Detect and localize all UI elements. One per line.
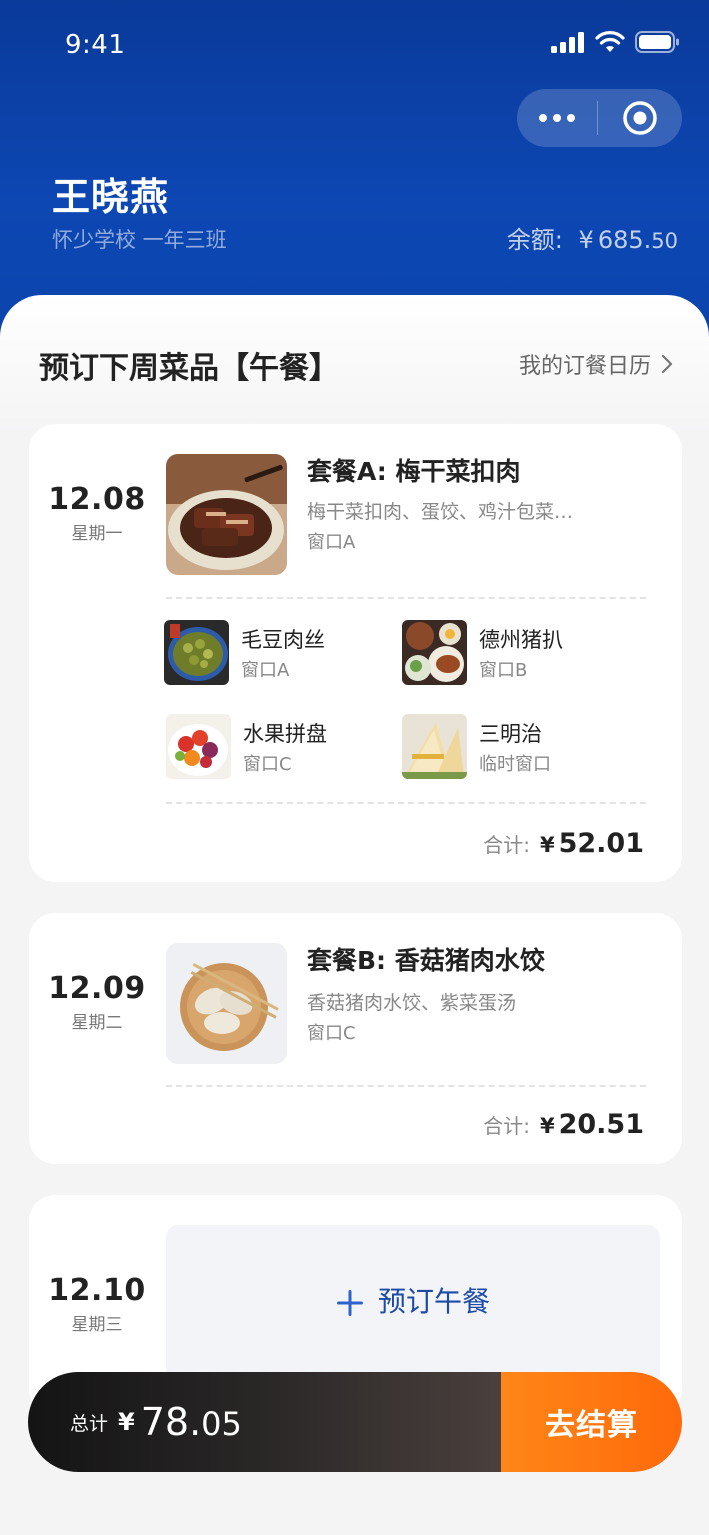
date-number: 12.08 [48,482,146,517]
target-circle-icon[interactable] [598,89,682,147]
signal-icon [551,32,584,53]
meal-description: 梅干菜扣肉、蛋饺、鸡汁包菜… [307,501,574,523]
balance-label: 余额: [506,226,563,254]
meal-title: 套餐A: 梅干菜扣肉 [307,457,521,486]
side-dish-item[interactable]: 三明治 临时窗口 [402,714,602,780]
total-dec: 05 [201,1405,242,1443]
day-subtotal: 合计: ¥ 20.51 [483,1109,644,1140]
balance-yen: ¥ [578,226,594,254]
total-amount: 78.05 [141,1400,242,1444]
side-dish-item[interactable]: 德州猪扒 窗口B [402,620,602,686]
day-card-1209: 12.09 星期二 套餐B: 香菇猪肉水饺 香菇猪肉水饺、紫菜蛋汤 窗口C 合计… [29,913,682,1164]
meal-window: 窗口C [307,1023,356,1044]
total-area: 总计 ¥ 78.05 [28,1372,501,1472]
side-dish-item[interactable]: 水果拼盘 窗口C [166,714,366,780]
edamame-pork-image [164,620,229,685]
user-name: 王晓燕 [52,175,170,219]
side-dish-window: 窗口A [241,660,290,681]
user-school-class: 怀少学校 一年三班 [52,228,227,252]
date-box: 12.10 星期三 [29,1273,165,1335]
section-title: 预订下周菜品【午餐】 [39,351,339,386]
side-dish-window: 窗口C [243,754,292,775]
side-dish-window: 窗口B [479,660,528,681]
side-dish-name: 水果拼盘 [243,722,327,746]
status-time: 9:41 [65,30,126,60]
reserve-lunch-button[interactable]: 预订午餐 [166,1225,660,1385]
dashed-divider [166,1085,646,1087]
date-weekday: 星期一 [71,524,123,544]
day-card-1208: 12.08 星期一 套餐A: 梅干菜扣肉 梅干菜扣肉、蛋饺、鸡汁包菜… 窗口A [29,424,682,882]
sandwich-image [402,714,467,779]
balance: 余额: ¥685.50 [507,220,678,255]
dashed-divider [166,597,646,599]
total-label: 总计 [70,1412,109,1435]
total-yen: ¥ [118,1408,135,1436]
subtotal-label: 合计: [483,1114,530,1138]
date-number: 12.09 [48,971,146,1006]
calendar-link[interactable]: 我的订餐日历 [519,348,673,380]
side-dish-item[interactable]: 毛豆肉丝 窗口A [164,620,364,686]
subtotal-amount: 52.01 [558,828,644,859]
date-box: 12.09 星期二 [29,971,165,1033]
pork-chop-image [402,620,467,685]
battery-icon [635,31,679,53]
balance-dec: 50 [651,229,678,253]
dashed-divider [166,802,646,804]
status-icons [551,30,681,54]
status-bar: 9:41 [0,0,709,90]
fruit-platter-image [166,714,231,779]
side-dish-name: 德州猪扒 [479,628,563,652]
subtotal-yen: ¥ [539,833,555,857]
date-box: 12.08 星期一 [29,482,165,544]
dumplings-image[interactable] [166,943,287,1064]
reserve-lunch-label: 预订午餐 [377,1285,490,1318]
checkout-button[interactable]: 去结算 [501,1372,682,1472]
date-weekday: 星期二 [71,1013,123,1033]
wifi-icon [595,31,625,52]
plus-icon [336,1290,363,1316]
subtotal-label: 合计: [483,833,530,857]
checkout-bar: 总计 ¥ 78.05 去结算 [28,1372,682,1472]
chevron-right-icon [661,354,673,374]
date-number: 12.10 [48,1273,146,1308]
side-dish-name: 毛豆肉丝 [241,628,325,652]
side-dish-window: 临时窗口 [479,754,551,775]
date-weekday: 星期三 [71,1315,123,1335]
meal-window: 窗口A [307,532,356,553]
side-dish-name: 三明治 [479,722,542,746]
mini-program-capsule [517,89,682,147]
balance-int: 685. [597,226,652,254]
meal-title: 套餐B: 香菇猪肉水饺 [307,946,545,975]
total-int: 78. [140,1400,202,1444]
subtotal-amount: 20.51 [558,1109,644,1140]
more-dots-icon[interactable] [517,89,597,147]
calendar-link-label: 我的订餐日历 [518,354,651,379]
braised-pork-image[interactable] [166,454,287,575]
meal-description: 香菇猪肉水饺、紫菜蛋汤 [307,992,517,1014]
subtotal-yen: ¥ [539,1114,555,1138]
day-subtotal: 合计: ¥ 52.01 [483,828,644,859]
